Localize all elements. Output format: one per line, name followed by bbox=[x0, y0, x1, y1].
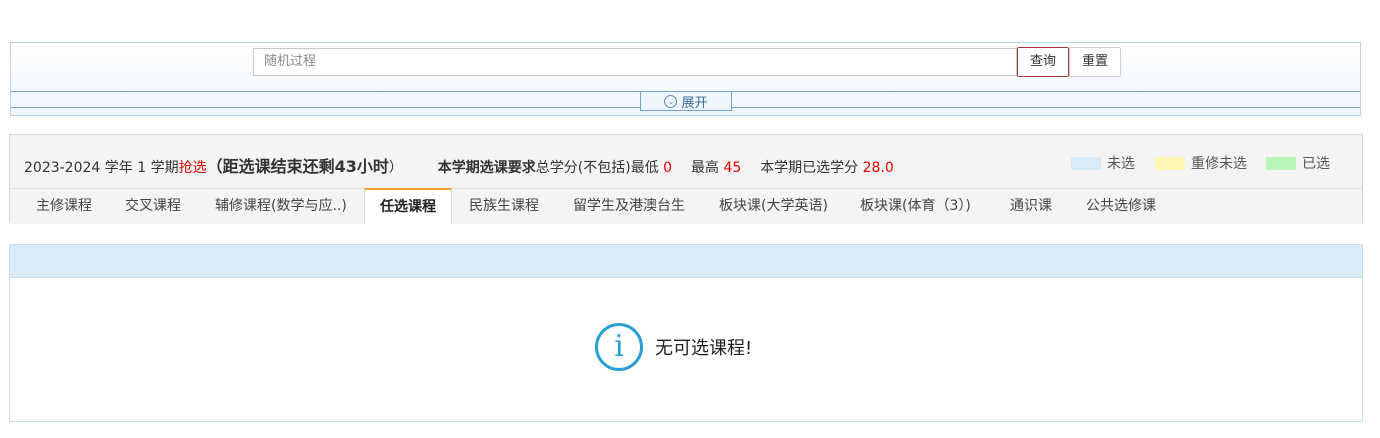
result-panel: i 无可选课程! bbox=[9, 244, 1363, 422]
max-credit: 45 bbox=[723, 160, 742, 176]
legend-unselected: 未选 bbox=[1071, 153, 1135, 173]
requirement-label: 本学期选课要求 bbox=[437, 160, 536, 176]
countdown: 距选课结束还剩43小时 bbox=[222, 157, 389, 176]
max-label: 最高 bbox=[691, 160, 719, 176]
legend-label: 重修未选 bbox=[1191, 156, 1247, 172]
legend-swatch bbox=[1155, 156, 1185, 170]
legend-selected: 已选 bbox=[1266, 153, 1330, 173]
tab-minor[interactable]: 辅修课程(数学与应..) bbox=[215, 189, 347, 224]
semester-info: 2023-2024 学年 1 学期抢选（距选课结束还剩43小时） 本学期选课要求… bbox=[24, 153, 894, 177]
search-input[interactable]: 随机过程 bbox=[253, 48, 1017, 76]
chevron-down-icon: ⌄ bbox=[664, 94, 678, 108]
academic-year: 2023-2024 学年 1 学期 bbox=[24, 160, 179, 176]
legend-swatch bbox=[1071, 156, 1101, 170]
tab-english-block[interactable]: 板块课(大学英语) bbox=[719, 189, 828, 224]
legend-label: 未选 bbox=[1107, 156, 1135, 172]
legend-swatch bbox=[1266, 156, 1296, 170]
tab-cross[interactable]: 交叉课程 bbox=[125, 189, 181, 224]
course-tabs: 主修课程 交叉课程 辅修课程(数学与应..) 任选课程 民族生课程 留学生及港澳… bbox=[10, 188, 1362, 224]
expand-label: 展开 bbox=[681, 95, 708, 111]
course-info-panel: 2023-2024 学年 1 学期抢选（距选课结束还剩43小时） 本学期选课要求… bbox=[9, 134, 1363, 224]
tab-major[interactable]: 主修课程 bbox=[36, 189, 92, 224]
info-icon: i bbox=[595, 323, 643, 371]
selected-credit-label: 本学期已选学分 bbox=[760, 160, 859, 176]
selected-credit: 28.0 bbox=[862, 160, 894, 176]
query-button[interactable]: 查询 bbox=[1017, 47, 1069, 77]
result-header bbox=[10, 245, 1362, 278]
tab-general[interactable]: 通识课 bbox=[1010, 189, 1052, 224]
tab-public-elective[interactable]: 公共选修课 bbox=[1086, 189, 1156, 224]
empty-message: 无可选课程! bbox=[655, 338, 753, 359]
tab-international[interactable]: 留学生及港澳台生 bbox=[573, 189, 685, 224]
selection-mode: 抢选 bbox=[178, 160, 207, 176]
legend-retake-unselected: 重修未选 bbox=[1155, 153, 1247, 173]
search-panel: 随机过程 查询 重置 ⌄ 展开 bbox=[10, 42, 1361, 116]
tab-elective[interactable]: 任选课程 bbox=[364, 188, 452, 224]
legend-label: 已选 bbox=[1302, 156, 1330, 172]
reset-button[interactable]: 重置 bbox=[1069, 47, 1121, 77]
expand-toggle[interactable]: ⌄ 展开 bbox=[640, 92, 732, 111]
total-credit-label: 总学分(不包括)最低 bbox=[535, 160, 659, 176]
countdown-close: ） bbox=[388, 160, 403, 176]
countdown-open: （ bbox=[206, 157, 223, 176]
tab-pe-block[interactable]: 板块课(体育（3）) bbox=[860, 189, 971, 224]
empty-state: i 无可选课程! bbox=[595, 323, 752, 371]
min-credit: 0 bbox=[663, 160, 673, 176]
tab-ethnic[interactable]: 民族生课程 bbox=[469, 189, 539, 224]
